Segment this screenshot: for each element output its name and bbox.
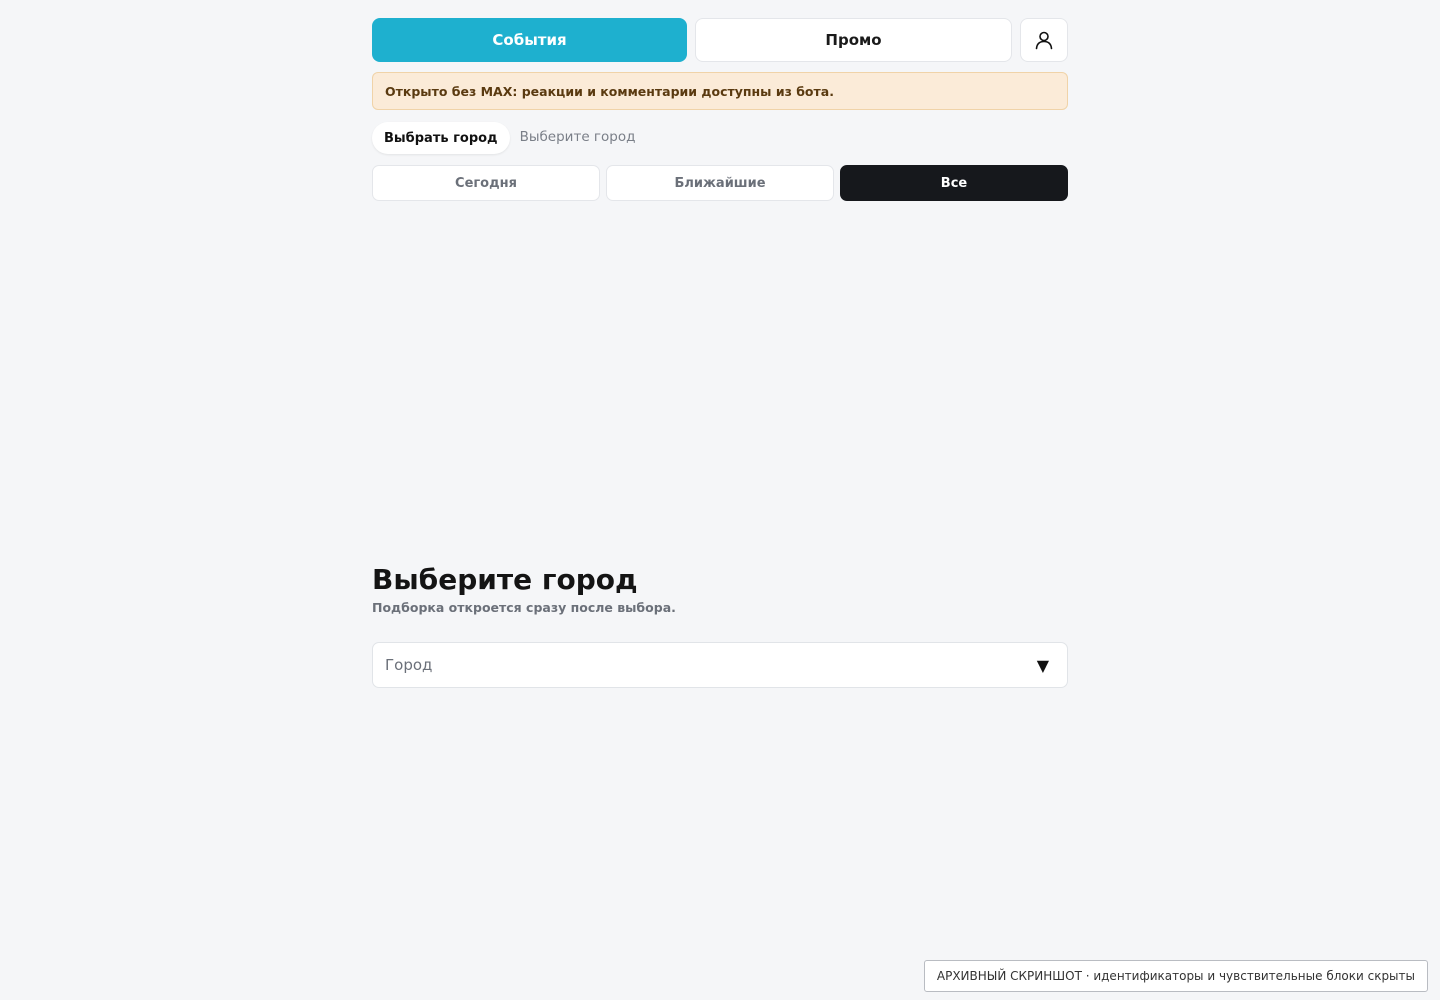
filter-today[interactable]: Сегодня [372, 165, 600, 201]
notice-banner: Открыто без MAX: реакции и комментарии д… [372, 72, 1068, 110]
archive-note-text: АРХИВНЫЙ СКРИНШОТ · идентификаторы и чув… [936, 969, 1415, 983]
city-select-placeholder: Город [385, 656, 433, 674]
tab-events[interactable]: События [372, 18, 687, 62]
tab-promo[interactable]: Промо [695, 18, 1012, 62]
city-select[interactable]: Город ▼ [372, 642, 1068, 688]
filter-nearest[interactable]: Ближайшие [606, 165, 834, 201]
picker-subtitle: Подборка откроется сразу после выбора. [372, 600, 676, 615]
date-filters: Сегодня Ближайшие Все [372, 165, 1068, 201]
city-row: Выбрать город Выберите город [372, 122, 1068, 154]
city-picker: Выберите город Подборка откроется сразу … [372, 562, 1068, 688]
notice-text: Открыто без MAX: реакции и комментарии д… [385, 83, 834, 99]
picker-title: Выберите город [372, 563, 638, 596]
app-container: События Промо Открыто без MAX: реакции и… [372, 18, 1068, 201]
filter-all[interactable]: Все [840, 165, 1068, 201]
user-icon [1035, 31, 1053, 50]
top-navigation: События Промо [372, 18, 1068, 62]
current-city-label: Выберите город [519, 129, 636, 145]
choose-city-button[interactable]: Выбрать город [372, 122, 510, 154]
archive-note: АРХИВНЫЙ СКРИНШОТ · идентификаторы и чув… [923, 960, 1428, 992]
chevron-down-icon: ▼ [1036, 655, 1049, 675]
profile-button[interactable] [1020, 18, 1068, 62]
